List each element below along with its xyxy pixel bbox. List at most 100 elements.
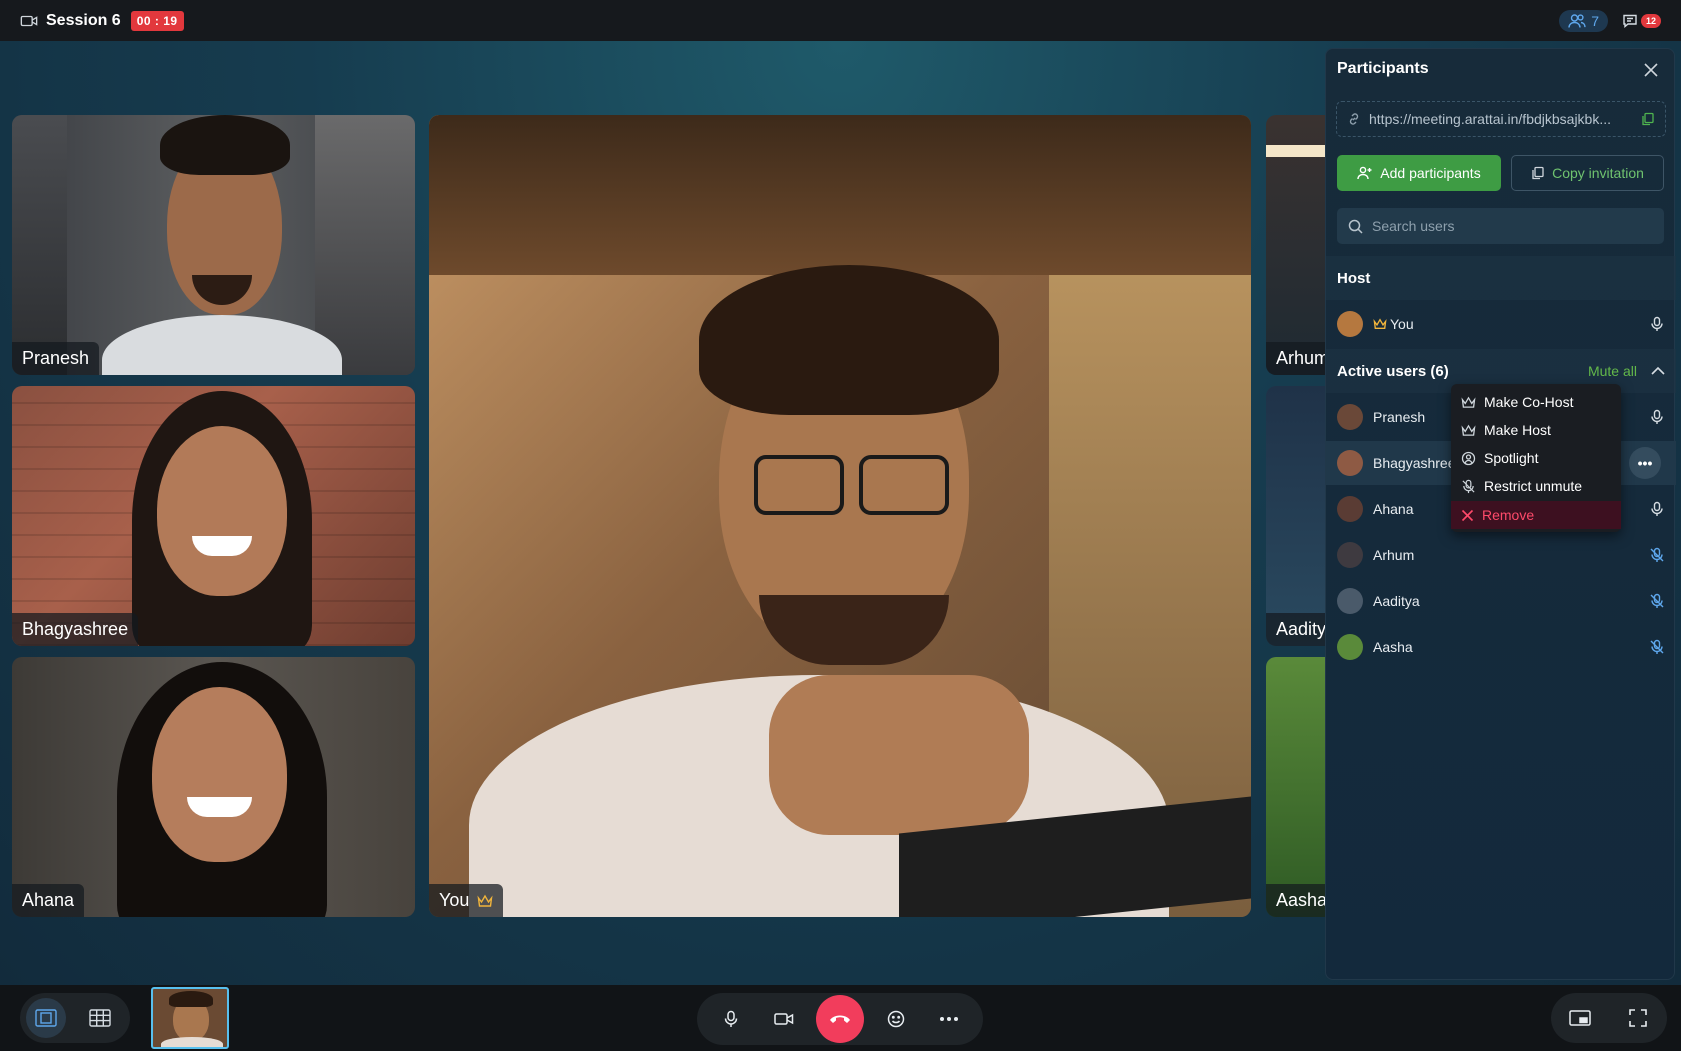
view-controls xyxy=(1551,993,1667,1043)
speaker-layout-button[interactable] xyxy=(26,998,66,1038)
host-section-label: Host xyxy=(1337,269,1371,287)
menu-item-spotlight[interactable]: Spotlight xyxy=(1451,444,1621,472)
participant-name: Aaditya xyxy=(1373,593,1420,609)
participant-context-menu: Make Co-Host Make Host Spotlight Restric… xyxy=(1451,384,1621,532)
copy-invitation-button[interactable]: Copy invitation xyxy=(1511,155,1664,191)
self-view-thumbnail[interactable] xyxy=(151,987,229,1049)
participant-name: Aasha xyxy=(1373,639,1413,655)
copy-invitation-label: Copy invitation xyxy=(1552,165,1644,181)
grid-layout-button[interactable] xyxy=(80,998,120,1038)
chat-unread-badge: 12 xyxy=(1640,13,1661,28)
participant-name: Pranesh xyxy=(1373,409,1426,425)
host-row[interactable]: You xyxy=(1326,302,1676,346)
hang-up-icon xyxy=(829,1015,850,1023)
video-camera-icon xyxy=(773,1013,793,1025)
chat-icon xyxy=(1623,14,1637,28)
tile-name-label: Pranesh xyxy=(12,342,100,375)
video-tile-pranesh[interactable]: Pranesh xyxy=(12,115,415,375)
mic-off-icon[interactable] xyxy=(1649,593,1665,609)
mic-icon[interactable] xyxy=(1649,501,1665,517)
participants-count-button[interactable]: 7 xyxy=(1559,9,1608,32)
search-users-input[interactable]: Search users xyxy=(1337,208,1664,244)
menu-item-label: Spotlight xyxy=(1484,450,1539,466)
more-options-button[interactable] xyxy=(929,999,969,1039)
close-icon[interactable] xyxy=(1642,61,1660,79)
menu-item-label: Make Host xyxy=(1484,422,1551,438)
invite-url: https://meeting.arattai.in/fbdjkbsajkbk.… xyxy=(1369,111,1612,127)
speaker-layout-icon xyxy=(35,1009,57,1027)
avatar xyxy=(1337,496,1363,522)
participant-name: Arhum xyxy=(1373,547,1415,563)
participant-row[interactable]: Aasha xyxy=(1326,625,1676,669)
copy-icon xyxy=(1532,166,1544,180)
mic-icon[interactable] xyxy=(1649,409,1665,425)
panel-title: Participants xyxy=(1337,60,1429,77)
tile-name-label: You xyxy=(429,884,504,917)
fullscreen-icon xyxy=(1629,1009,1647,1027)
camera-toggle-button[interactable] xyxy=(764,999,804,1039)
end-call-button[interactable] xyxy=(815,995,864,1043)
video-tile-bhagyashree[interactable]: Bhagyashree xyxy=(12,386,415,646)
call-timer: 00 : 19 xyxy=(130,10,184,31)
avatar xyxy=(1337,450,1363,476)
participant-row[interactable]: Aaditya xyxy=(1326,579,1676,623)
menu-item-label: Remove xyxy=(1482,507,1535,523)
host-section-header: Host xyxy=(1326,256,1676,300)
mic-toggle-button[interactable] xyxy=(711,999,751,1039)
spotlight-icon xyxy=(1461,451,1476,465)
top-bar: Session 6 00 : 19 7 12 xyxy=(0,0,1681,41)
menu-item-restrict-unmute[interactable]: Restrict unmute xyxy=(1451,472,1621,500)
reactions-button[interactable] xyxy=(876,999,916,1039)
picture-in-picture-icon xyxy=(1569,1010,1591,1026)
avatar xyxy=(1337,311,1363,337)
more-icon xyxy=(939,1017,958,1021)
video-camera-icon xyxy=(20,15,38,26)
add-participants-button[interactable]: Add participants xyxy=(1337,155,1501,191)
participant-row[interactable]: Arhum xyxy=(1326,533,1676,577)
session-title: Session 6 xyxy=(46,11,121,29)
more-icon: ••• xyxy=(1637,455,1653,471)
layout-switcher xyxy=(20,993,130,1043)
crown-icon xyxy=(1461,396,1476,408)
tile-name-label: Ahana xyxy=(12,884,85,917)
chevron-up-icon[interactable] xyxy=(1651,366,1665,376)
participants-count: 7 xyxy=(1591,12,1599,29)
fullscreen-button[interactable] xyxy=(1618,998,1658,1038)
active-users-label: Active users (6) xyxy=(1337,362,1449,380)
picture-in-picture-button[interactable] xyxy=(1560,998,1600,1038)
bottom-toolbar xyxy=(0,985,1681,1051)
host-crown-icon xyxy=(477,894,493,907)
mic-off-icon xyxy=(1462,479,1475,493)
chat-button[interactable]: 12 xyxy=(1622,13,1661,29)
smiley-icon xyxy=(888,1010,905,1028)
tile-name-label: Bhagyashree xyxy=(12,613,139,646)
people-icon xyxy=(1568,13,1586,28)
search-icon xyxy=(1348,219,1363,234)
video-tile-ahana[interactable]: Ahana xyxy=(12,657,415,917)
menu-item-make-host[interactable]: Make Host xyxy=(1451,416,1621,444)
mic-off-icon[interactable] xyxy=(1649,547,1665,563)
menu-item-make-cohost[interactable]: Make Co-Host xyxy=(1451,388,1621,416)
video-tile-you[interactable]: You xyxy=(429,115,1251,917)
mic-off-icon[interactable] xyxy=(1649,639,1665,655)
add-participants-label: Add participants xyxy=(1380,165,1481,181)
participant-name: Ahana xyxy=(1373,501,1414,517)
call-controls xyxy=(697,993,983,1045)
more-options-button[interactable]: ••• xyxy=(1629,447,1661,479)
crown-icon xyxy=(1373,318,1387,329)
add-user-icon xyxy=(1357,166,1372,180)
menu-item-label: Restrict unmute xyxy=(1484,478,1583,494)
tile-name: You xyxy=(439,890,470,910)
copy-link-icon[interactable] xyxy=(1641,112,1655,126)
avatar xyxy=(1337,588,1363,614)
invite-link-field[interactable]: https://meeting.arattai.in/fbdjkbsajkbk.… xyxy=(1336,101,1666,137)
close-icon xyxy=(1461,509,1474,521)
mute-all-button[interactable]: Mute all xyxy=(1588,363,1637,379)
crown-icon xyxy=(1461,424,1476,436)
avatar xyxy=(1337,404,1363,430)
search-placeholder: Search users xyxy=(1372,218,1455,234)
menu-item-remove[interactable]: Remove xyxy=(1451,501,1621,529)
mic-icon[interactable] xyxy=(1649,316,1665,332)
host-name: You xyxy=(1390,316,1414,332)
menu-item-label: Make Co-Host xyxy=(1484,394,1574,410)
